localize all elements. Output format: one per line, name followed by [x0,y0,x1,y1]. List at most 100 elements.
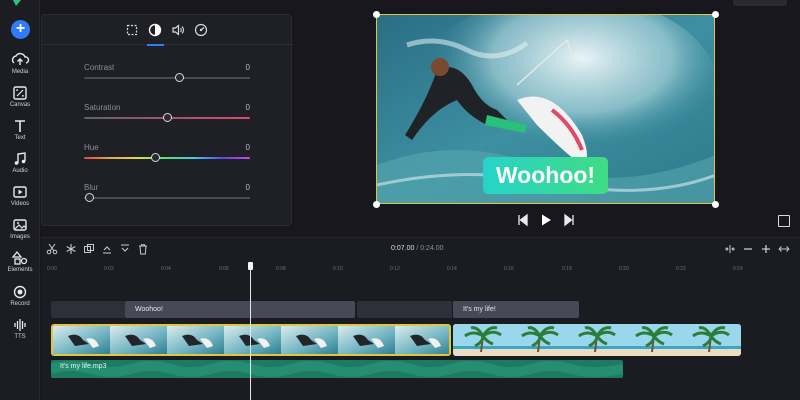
zoom-in-icon[interactable] [760,243,772,255]
sidebar-item-label: Text [14,135,26,141]
adjust-icon[interactable] [147,22,163,38]
slider-thumb[interactable] [163,113,172,122]
slider-thumb[interactable] [174,73,184,82]
crop-icon[interactable] [124,22,140,38]
ruler-tick: 0:12 [390,266,400,272]
skip-back-icon[interactable] [516,213,530,227]
text-overlay[interactable]: Woohoo! [483,157,608,194]
record-icon [13,285,27,299]
time-ruler[interactable]: 0:00 0:02 0:04 0:06 0:08 0:10 0:12 0:14 … [41,264,800,276]
timeline-toolbar: 0:07.00 / 0:24.00 [41,238,800,260]
fullscreen-icon[interactable] [778,215,790,227]
video-thumbnails [453,324,741,356]
slider-label: Contrast [84,63,115,72]
sidebar-item-text[interactable]: Text [0,118,40,148]
playhead[interactable] [250,262,251,400]
hue-slider[interactable]: Hue 0 [84,143,250,167]
adjust-panel: Contrast 0 Saturation 0 Hue 0 Blur 0 [41,14,293,226]
ruler-tick: 0:24 [733,266,743,272]
slider-value: 0 [245,143,250,152]
slider-label: Saturation [84,103,121,112]
resize-handle[interactable] [373,11,380,18]
sidebar-item-label: Record [10,301,30,307]
contrast-slider[interactable]: Contrast 0 [84,63,250,87]
volume-icon[interactable] [170,22,186,38]
canvas-icon [13,86,27,100]
image-icon [13,219,27,231]
zoom-out-icon[interactable] [742,243,754,255]
empty-track-segment [51,301,125,318]
upload-cloud-icon [11,52,30,65]
video-clip-palm[interactable] [453,324,741,356]
sidebar-item-label: Images [10,234,30,240]
sidebar-item-media[interactable]: Media [0,52,40,82]
slider-track[interactable] [84,157,250,159]
timeline: 0:07.00 / 0:24.00 0:00 0:02 0:04 0:06 0:… [41,237,800,400]
slider-label: Blur [84,183,99,192]
ruler-tick: 0:14 [447,266,457,272]
ruler-tick: 0:10 [333,266,343,272]
sidebar-item-record[interactable]: Record [0,284,40,314]
export-button[interactable] [733,0,787,6]
play-icon[interactable] [539,213,553,227]
trim-start-icon[interactable] [101,243,113,255]
duplicate-icon[interactable] [83,243,95,255]
total-time: 0:24.00 [420,245,444,252]
ruler-tick: 0:06 [219,266,229,272]
ruler-tick: 0:22 [676,266,686,272]
logo-icon [13,0,21,6]
scissors-icon[interactable] [46,243,58,255]
slider-thumb[interactable] [151,153,161,162]
skip-forward-icon[interactable] [562,213,576,227]
active-tab-indicator [147,44,164,46]
text-icon [15,120,25,132]
fit-icon[interactable] [724,243,736,255]
empty-track-segment [357,301,452,318]
sidebar-item-videos[interactable]: Videos [0,184,40,214]
audio-waveform [51,361,623,377]
left-sidebar: + Media Canvas Text Audio Videos Images … [0,0,40,400]
ruler-tick: 0:20 [619,266,629,272]
video-clip-kitesurf[interactable] [51,324,451,356]
time-display: 0:07.00 / 0:24.00 [391,245,444,252]
sidebar-item-label: Canvas [9,102,31,108]
resize-handle[interactable] [712,11,719,18]
trash-icon[interactable] [137,243,149,255]
playhead-handle[interactable] [248,262,253,270]
sidebar-item-elements[interactable]: Elements [0,250,40,280]
video-editor: + Media Canvas Text Audio Videos Images … [0,0,800,400]
music-note-icon [14,152,26,165]
video-icon [13,186,27,198]
slider-thumb[interactable] [84,193,94,202]
audio-clip-label: It's my life.mp3 [60,363,107,370]
slider-label: Hue [84,143,99,152]
elements-icon [11,250,28,265]
sidebar-item-tts[interactable]: TTS [0,317,40,347]
video-thumbnails [53,326,449,354]
sidebar-item-canvas[interactable]: Canvas [0,85,40,115]
ruler-tick: 0:08 [276,266,286,272]
trim-end-icon[interactable] [119,243,131,255]
panel-tabs [42,15,293,46]
sidebar-item-label: Media [11,69,29,75]
slider-value: 0 [245,103,250,112]
resize-handle[interactable] [712,201,719,208]
ruler-tick: 0:02 [104,266,114,272]
text-clip-woohoo[interactable]: Woohoo! [125,301,355,318]
saturation-slider[interactable]: Saturation 0 [84,103,250,127]
add-button[interactable]: + [11,20,30,39]
sidebar-item-images[interactable]: Images [0,217,40,247]
sidebar-item-audio[interactable]: Audio [0,151,40,181]
expand-icon[interactable] [778,243,790,255]
text-clip-its-my-life[interactable]: It's my life! [453,301,579,318]
slider-track[interactable] [84,197,250,199]
ruler-tick: 0:16 [504,266,514,272]
speed-icon[interactable] [193,22,209,38]
blur-slider[interactable]: Blur 0 [84,183,250,207]
time-separator: / [416,245,419,252]
ruler-tick: 0:04 [161,266,171,272]
slider-track[interactable] [84,77,250,79]
resize-handle[interactable] [373,201,380,208]
freeze-icon[interactable] [65,243,77,255]
audio-clip[interactable]: It's my life.mp3 [51,360,623,378]
